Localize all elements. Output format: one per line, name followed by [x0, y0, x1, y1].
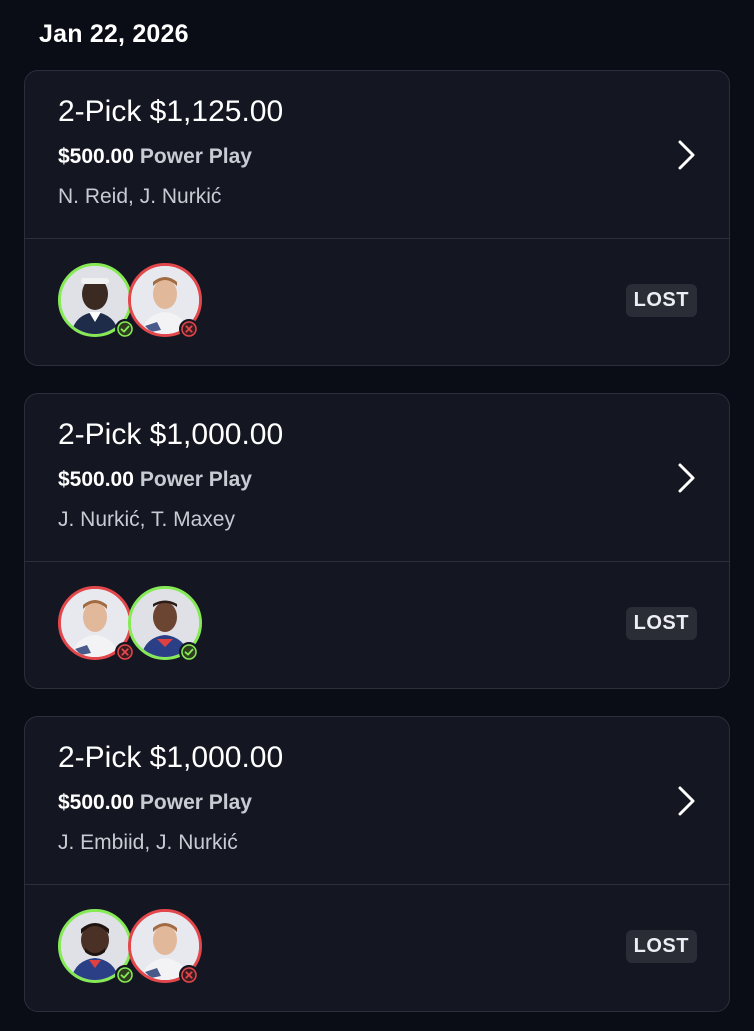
entry-card[interactable]: 2-Pick $1,000.00 $500.00 Power Play J. Em… [24, 716, 730, 1012]
entry-card-results: LOST [25, 562, 729, 688]
status-badge: LOST [625, 607, 697, 640]
entry-title: 2-Pick $1,000.00 [58, 741, 284, 774]
status-badge: LOST [625, 284, 697, 317]
check-badge-icon [115, 965, 135, 985]
entry-type: Power Play [139, 791, 252, 814]
entry-card-results: LOST [25, 885, 729, 1011]
x-badge-icon [115, 642, 135, 662]
check-badge-icon [115, 319, 135, 339]
entry-card[interactable]: 2-Pick $1,125.00 $500.00 Power Play N. Re… [24, 70, 730, 366]
date-header: Jan 22, 2026 [39, 20, 189, 48]
entries-page: Jan 22, 2026 2-Pick $1,125.00 $500.00 Pow… [0, 0, 754, 1031]
entry-amount: $500.00 [58, 791, 134, 814]
entry-type: Power Play [139, 468, 252, 491]
chevron-right-icon[interactable] [673, 137, 699, 173]
entry-title: 2-Pick $1,000.00 [58, 418, 284, 451]
chevron-right-icon[interactable] [673, 783, 699, 819]
entry-card[interactable]: 2-Pick $1,000.00 $500.00 Power Play J. Nu… [24, 393, 730, 689]
x-badge-icon [179, 319, 199, 339]
entry-card-summary[interactable]: 2-Pick $1,125.00 $500.00 Power Play N. Re… [25, 71, 729, 239]
entry-players: J. Nurkić, T. Maxey [58, 508, 235, 531]
x-badge-icon [179, 965, 199, 985]
entry-line: $500.00 Power Play [58, 468, 252, 492]
check-badge-icon [179, 642, 199, 662]
entry-card-summary[interactable]: 2-Pick $1,000.00 $500.00 Power Play J. Em… [25, 717, 729, 885]
chevron-right-icon[interactable] [673, 460, 699, 496]
entry-players: N. Reid, J. Nurkić [58, 185, 222, 208]
entry-line: $500.00 Power Play [58, 145, 252, 169]
status-badge: LOST [625, 930, 697, 963]
entry-title: 2-Pick $1,125.00 [58, 95, 284, 128]
entry-amount: $500.00 [58, 145, 134, 168]
entry-card-summary[interactable]: 2-Pick $1,000.00 $500.00 Power Play J. Nu… [25, 394, 729, 562]
entry-card-results: LOST [25, 239, 729, 365]
entry-type: Power Play [139, 145, 252, 168]
entry-amount: $500.00 [58, 468, 134, 491]
entry-players: J. Embiid, J. Nurkić [58, 831, 238, 854]
entry-line: $500.00 Power Play [58, 791, 252, 815]
